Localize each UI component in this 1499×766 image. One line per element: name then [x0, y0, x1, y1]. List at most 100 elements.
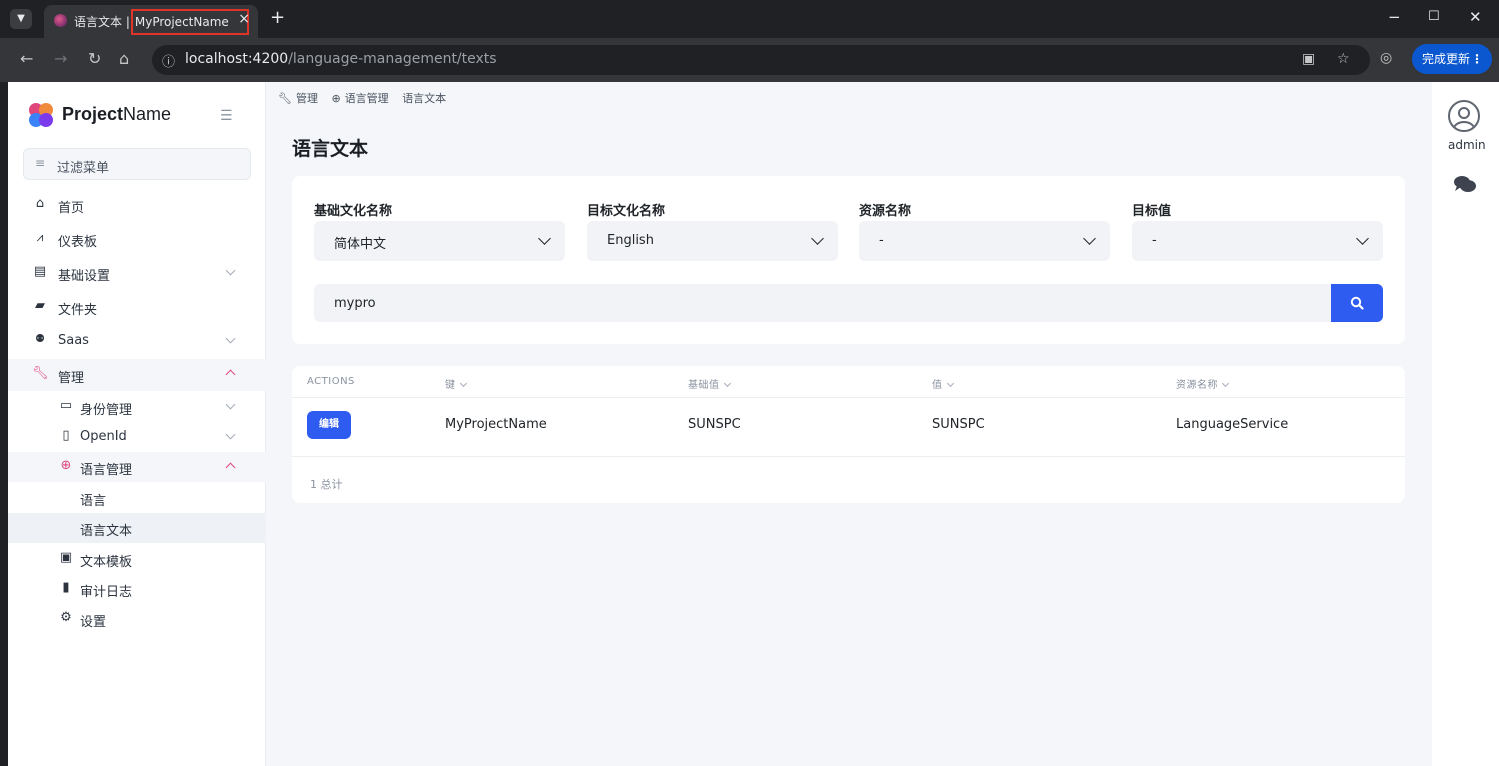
chevron-up-icon [225, 367, 236, 380]
chevron-down-icon [538, 232, 551, 245]
sidebar-item-label: 首页 [58, 201, 85, 216]
translate-icon[interactable]: ▣ [1302, 51, 1315, 67]
cell-value: SUNSPC [932, 417, 985, 432]
filter-menu-input[interactable]: ≡ 过滤菜单 [23, 148, 251, 180]
base-culture-select[interactable]: 简体中文 [314, 221, 565, 261]
tab-favicon-icon [54, 14, 67, 27]
texts-table: ACTIONS 键 基础值 值 资源名称 编辑 MyProjectName SU… [292, 366, 1405, 503]
forward-icon[interactable]: → [54, 49, 67, 68]
update-label: 完成更新 [1422, 52, 1471, 66]
wrench-icon: 🔧︎ [32, 366, 49, 381]
tab-search-button[interactable]: ▼ [10, 9, 32, 29]
sidebar-item-dashboard[interactable]: ⩘ 仪表板 [8, 224, 266, 254]
globe-icon: ⊕ [60, 458, 72, 473]
sidebar-item-label: 语言文本 [80, 524, 133, 539]
sort-chevron-icon [1221, 379, 1230, 388]
sidebar-item-saas[interactable]: ⚉ Saas [8, 326, 266, 356]
gear-icon: ⚙ [60, 610, 72, 625]
maximize-icon[interactable]: ☐ [1428, 9, 1440, 24]
breadcrumb-item-admin[interactable]: 🔧︎ 管理 [278, 92, 318, 105]
brand-name-bold: Project [62, 104, 124, 124]
url-host: localhost:4200 [185, 51, 289, 67]
breadcrumb-item-language-texts: 语言文本 [402, 92, 447, 105]
sidebar-item-identity[interactable]: ▭ 身份管理 [8, 392, 266, 422]
sidebar-item-admin[interactable]: 🔧︎ 管理 [8, 359, 266, 391]
chat-icon[interactable] [1453, 174, 1477, 194]
tab-title-prefix: 语言文本 | [74, 15, 130, 29]
profile-icon[interactable]: ◎ [1380, 50, 1392, 66]
right-rail: admin [1432, 82, 1499, 766]
target-culture-select[interactable]: English [587, 221, 838, 261]
sidebar-item-languages[interactable]: 语言 [8, 483, 266, 513]
breadcrumb-item-language-management[interactable]: ⊕ 语言管理 [331, 92, 388, 105]
sidebar-item-home[interactable]: ⌂ 首页 [8, 190, 266, 220]
filter-card: 基础文化名称 简体中文 目标文化名称 English 资源名称 - 目标值 - [292, 176, 1405, 344]
minimize-icon[interactable]: − [1388, 8, 1401, 26]
column-header-value[interactable]: 值 [932, 376, 954, 391]
table-total-count: 1 总计 [310, 478, 343, 491]
row-divider [292, 456, 1405, 457]
search-button[interactable] [1331, 284, 1383, 322]
column-header-key[interactable]: 键 [445, 376, 467, 391]
sidebar-item-openid[interactable]: ▯ OpenId [8, 422, 266, 452]
browser-titlebar: ▼ 语言文本 | MyProjectName × + − ☐ ✕ [0, 0, 1499, 38]
id-badge-icon: ▯ [62, 428, 70, 443]
sidebar-item-language-texts[interactable]: 语言文本 [8, 513, 266, 543]
reload-icon[interactable]: ↻ [88, 49, 101, 68]
edit-button[interactable]: 编辑 [307, 411, 351, 439]
column-header-label: 资源名称 [1176, 380, 1218, 391]
resource-name-label: 资源名称 [859, 204, 912, 219]
sidebar-item-language-management[interactable]: ⊕ 语言管理 [8, 452, 266, 482]
page-title: 语言文本 [292, 138, 369, 160]
home-button-icon[interactable]: ⌂ [119, 49, 129, 68]
column-header-label: 基础值 [688, 380, 720, 391]
user-name[interactable]: admin [1448, 138, 1486, 152]
bookmark-star-icon[interactable]: ☆ [1337, 51, 1350, 67]
sidebar-item-label: 文本模板 [80, 555, 133, 570]
sidebar-toggle-icon[interactable]: ☰ [220, 108, 233, 124]
tab-close-icon[interactable]: × [238, 11, 250, 27]
brand-name: ProjectName [62, 104, 171, 125]
tab-title-highlight: MyProjectName [130, 9, 249, 35]
browser-tab-active[interactable]: 语言文本 | MyProjectName × [44, 5, 258, 38]
new-tab-button[interactable]: + [270, 7, 285, 28]
target-value-select[interactable]: - [1132, 221, 1383, 261]
target-culture-value: English [607, 233, 654, 248]
folder-icon: ▰ [35, 298, 45, 313]
target-value-value: - [1152, 233, 1157, 248]
sidebar-item-folder[interactable]: ▰ 文件夹 [8, 292, 266, 322]
site-info-icon[interactable]: ⓘ [162, 51, 175, 70]
base-culture-value: 简体中文 [334, 237, 387, 252]
sidebar-item-label: OpenId [80, 429, 127, 444]
back-icon[interactable]: ← [20, 49, 33, 68]
sidebar-item-label: 管理 [58, 371, 85, 386]
file-icon: ▮ [62, 580, 70, 595]
sidebar-item-basic-settings[interactable]: ▤ 基础设置 [8, 258, 266, 288]
browser-menu-icon[interactable]: ⋮ [1471, 44, 1483, 74]
chevron-down-icon [225, 265, 236, 276]
wrench-icon: 🔧︎ [278, 92, 292, 105]
resource-name-select[interactable]: - [859, 221, 1110, 261]
column-header-resource-name[interactable]: 资源名称 [1176, 376, 1230, 391]
cell-resource-name: LanguageService [1176, 417, 1289, 432]
address-bar[interactable]: ⓘ localhost:4200/language-management/tex… [152, 45, 1370, 75]
column-header-base-value[interactable]: 基础值 [688, 376, 731, 391]
cell-base-value: SUNSPC [688, 417, 741, 432]
breadcrumb-label: 管理 [295, 92, 318, 105]
cell-key: MyProjectName [445, 417, 547, 432]
sort-chevron-icon [946, 379, 954, 388]
sidebar-item-text-templates[interactable]: ▣ 文本模板 [8, 544, 266, 574]
breadcrumb: 🔧︎ 管理 ⊕ 语言管理 语言文本 [278, 90, 456, 106]
user-avatar-icon[interactable] [1448, 100, 1480, 132]
chevron-up-icon [225, 460, 236, 473]
search-input[interactable] [314, 284, 1332, 322]
update-button[interactable]: 完成更新 ⋮ [1412, 44, 1492, 74]
sidebar-item-settings[interactable]: ⚙ 设置 [8, 604, 266, 634]
filter-placeholder: 过滤菜单 [57, 161, 110, 176]
header-divider [292, 397, 1405, 398]
column-header-label: 值 [932, 380, 943, 391]
sidebar-item-audit-logs[interactable]: ▮ 审计日志 [8, 574, 266, 604]
column-header-actions: ACTIONS [307, 376, 355, 387]
window-close-icon[interactable]: ✕ [1469, 8, 1482, 26]
sort-chevron-icon [459, 379, 467, 388]
